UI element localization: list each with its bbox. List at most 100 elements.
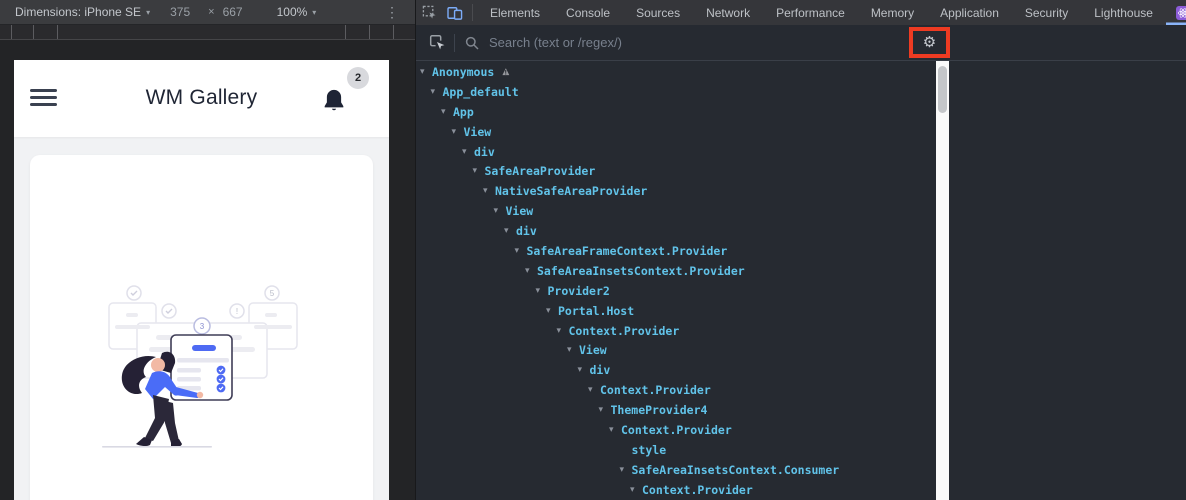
tree-node-context-provider[interactable]: ▾ Context.Provider xyxy=(416,420,936,440)
expand-caret-icon[interactable]: ▾ xyxy=(420,67,432,77)
svg-text:3: 3 xyxy=(200,322,205,331)
expand-caret-icon[interactable]: ▾ xyxy=(431,87,443,97)
dropdown-caret-icon: ▾ xyxy=(312,7,317,17)
tree-node-context-provider[interactable]: ▾ Context.Provider xyxy=(416,480,936,500)
tree-node-safeareainsetscontext-provider[interactable]: ▾ SafeAreaInsetsContext.Provider xyxy=(416,261,936,281)
annotation-highlight-box: ⚙ xyxy=(909,27,950,58)
tab-network[interactable]: Network xyxy=(693,0,763,25)
tree-node-div[interactable]: ▾ div xyxy=(416,221,936,241)
tab-application[interactable]: Application xyxy=(927,0,1012,25)
expand-caret-icon[interactable]: ▾ xyxy=(567,345,579,355)
viewport-width-field[interactable]: 375 xyxy=(170,5,190,19)
component-tree: ▾Anonymous▲▾App_default▾App▾View▾div▾Saf… xyxy=(416,61,936,500)
component-name: SafeAreaInsetsContext.Provider xyxy=(537,263,745,278)
warning-icon: ▲ xyxy=(502,67,509,77)
dropdown-caret-icon: ▾ xyxy=(146,7,151,17)
svg-text:5: 5 xyxy=(270,289,275,298)
app-header: WM Gallery 2 xyxy=(14,60,389,137)
expand-caret-icon[interactable]: ▾ xyxy=(473,166,485,176)
tree-node-app-default[interactable]: ▾ App_default xyxy=(416,82,936,102)
tree-node-context-provider[interactable]: ▾ Context.Provider xyxy=(416,380,936,400)
react-icon xyxy=(1175,5,1186,20)
component-name: SafeAreaFrameContext.Provider xyxy=(526,243,728,258)
expand-caret-icon[interactable]: ▾ xyxy=(441,107,453,117)
notification-bell-icon[interactable] xyxy=(320,86,348,116)
tree-node-nativesafeareaprovider[interactable]: ▾ NativeSafeAreaProvider xyxy=(416,181,936,201)
tree-node-view[interactable]: ▾ View xyxy=(416,122,936,142)
devtools-panel: Elements Console Sources Network Performance… xyxy=(415,0,1186,500)
viewport-ruler xyxy=(0,25,415,40)
component-name: View xyxy=(505,204,534,219)
expand-caret-icon[interactable]: ▾ xyxy=(515,246,527,256)
component-name: App xyxy=(453,104,474,119)
tab-components[interactable]: Components xyxy=(1166,0,1186,25)
empty-state-illustration: 5 ! 3 xyxy=(102,285,298,448)
dimensions-select[interactable]: Dimensions: iPhone SE xyxy=(15,5,141,19)
expand-caret-icon[interactable]: ▾ xyxy=(588,385,600,395)
tree-node-view[interactable]: ▾ View xyxy=(416,340,936,360)
components-search-bar: ⚙ xyxy=(416,25,1186,61)
tree-node-context-provider[interactable]: ▾ Context.Provider xyxy=(416,321,936,341)
tree-node-view[interactable]: ▾ View xyxy=(416,201,936,221)
search-icon xyxy=(463,36,481,50)
inspect-element-icon[interactable] xyxy=(416,0,442,25)
tree-node-safeareainsetscontext-consumer[interactable]: ▾ SafeAreaInsetsContext.Consumer xyxy=(416,460,936,480)
zoom-select[interactable]: 100% xyxy=(277,5,308,19)
tab-elements[interactable]: Elements xyxy=(477,0,553,25)
expand-caret-icon[interactable]: ▾ xyxy=(630,485,642,495)
expand-caret-icon[interactable]: ▾ xyxy=(620,465,632,475)
tab-memory[interactable]: Memory xyxy=(858,0,927,25)
device-toolbar-toggle-icon[interactable] xyxy=(442,0,468,25)
component-name: Context.Provider xyxy=(621,422,732,437)
notification-count-badge: 2 xyxy=(347,67,369,89)
expand-caret-icon[interactable]: ▾ xyxy=(599,405,611,415)
select-component-icon[interactable] xyxy=(426,34,448,51)
tree-node-style[interactable]: style xyxy=(416,440,936,460)
expand-caret-icon[interactable]: ▾ xyxy=(483,186,495,196)
expand-caret-icon[interactable]: ▾ xyxy=(609,425,621,435)
tree-node-app[interactable]: ▾ App xyxy=(416,102,936,122)
component-name: style xyxy=(631,442,667,457)
device-emulation-area: Dimensions: iPhone SE ▾ 375 × 667 100% ▾… xyxy=(0,0,415,500)
expand-caret-icon[interactable]: ▾ xyxy=(462,147,474,157)
scrollbar-thumb[interactable] xyxy=(938,66,947,113)
expand-caret-icon[interactable]: ▾ xyxy=(557,326,569,336)
tree-node-div[interactable]: ▾ div xyxy=(416,360,936,380)
tab-lighthouse[interactable]: Lighthouse xyxy=(1081,0,1166,25)
expand-caret-icon[interactable]: ▾ xyxy=(504,226,516,236)
expand-caret-icon[interactable]: ▾ xyxy=(452,127,464,137)
expand-caret-icon[interactable]: ▾ xyxy=(494,206,506,216)
component-name: SafeAreaInsetsContext.Consumer xyxy=(631,462,840,477)
expand-caret-icon[interactable]: ▾ xyxy=(546,306,558,316)
expand-caret-icon[interactable]: ▾ xyxy=(525,266,537,276)
tree-node-themeprovider4[interactable]: ▾ ThemeProvider4 xyxy=(416,400,936,420)
tree-node-div[interactable]: ▾ div xyxy=(416,142,936,162)
tree-node-provider2[interactable]: ▾ Provider2 xyxy=(416,281,936,301)
component-name: div xyxy=(474,144,495,159)
tab-console[interactable]: Console xyxy=(553,0,623,25)
tree-node-safeareaprovider[interactable]: ▾ SafeAreaProvider xyxy=(416,161,936,181)
tab-security[interactable]: Security xyxy=(1012,0,1081,25)
expand-caret-icon[interactable]: ▾ xyxy=(536,286,548,296)
search-divider xyxy=(454,33,455,52)
app-screen: WM Gallery 2 5 ! 3 xyxy=(14,60,389,500)
tree-node-anonymous[interactable]: ▾ Anonymous ▲ xyxy=(416,62,936,82)
tab-sources[interactable]: Sources xyxy=(623,0,693,25)
component-name: div xyxy=(589,363,611,378)
tab-performance[interactable]: Performance xyxy=(763,0,858,25)
expand-caret-icon[interactable]: ▾ xyxy=(578,365,590,375)
devtools-tabbar: Elements Console Sources Network Performance… xyxy=(416,0,1186,25)
svg-text:!: ! xyxy=(236,307,238,316)
component-name: Context.Provider xyxy=(600,383,711,398)
viewport-height-field[interactable]: 667 xyxy=(223,5,243,19)
tree-scrollbar[interactable] xyxy=(936,61,949,500)
component-name: App_default xyxy=(442,84,519,99)
component-name: Context.Provider xyxy=(642,482,753,497)
tree-node-safeareaframecontext-provider[interactable]: ▾ SafeAreaFrameContext.Provider xyxy=(416,241,936,261)
settings-gear-icon[interactable]: ⚙ xyxy=(923,35,936,50)
search-input[interactable] xyxy=(487,34,851,51)
screenshot-root: Dimensions: iPhone SE ▾ 375 × 667 100% ▾… xyxy=(0,0,1186,500)
more-options-icon[interactable]: ⋮ xyxy=(385,4,399,21)
component-name: SafeAreaProvider xyxy=(484,164,596,179)
tree-node-portal-host[interactable]: ▾ Portal.Host xyxy=(416,301,936,321)
